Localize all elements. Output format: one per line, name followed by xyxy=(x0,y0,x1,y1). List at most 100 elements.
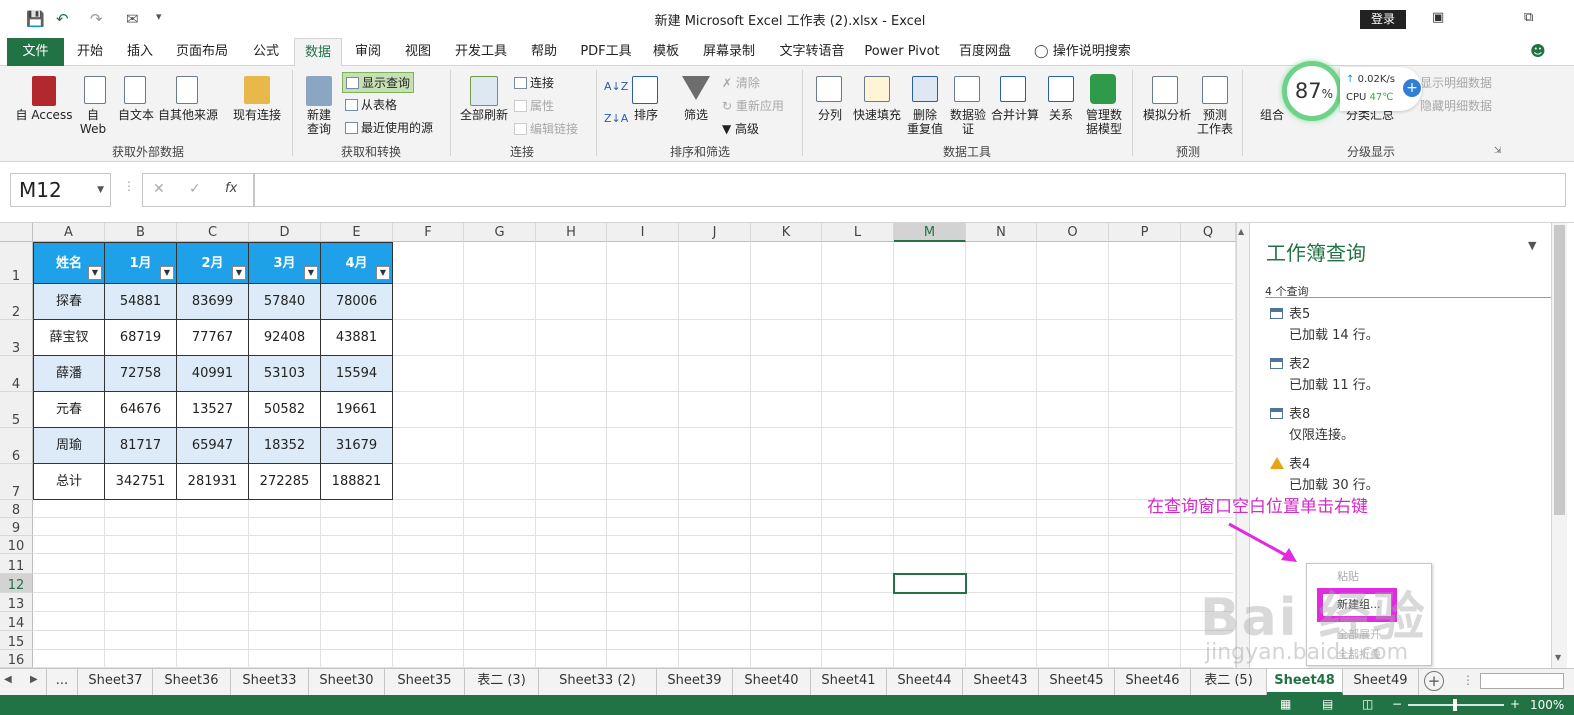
login-button[interactable]: 登录 xyxy=(1360,10,1406,29)
tab-templates[interactable]: 模板 xyxy=(646,38,686,66)
insert-function-icon[interactable]: fx xyxy=(225,181,237,196)
sort-button[interactable]: 排序 xyxy=(628,108,664,122)
advanced-filter-button[interactable]: ▼ 高级 xyxy=(722,120,759,137)
query-item[interactable]: 表8 xyxy=(1270,403,1310,422)
table-cell[interactable]: 68719 xyxy=(105,320,177,356)
tab-file[interactable]: 文件 xyxy=(7,38,64,66)
tab-baidu-netdisk[interactable]: 百度网盘 xyxy=(952,38,1018,66)
row-header-13[interactable]: 13 xyxy=(0,593,33,612)
column-header-k[interactable]: K xyxy=(751,223,822,242)
filter-dropdown-icon[interactable]: ▼ xyxy=(304,266,318,280)
table-cell[interactable]: 元春 xyxy=(33,392,105,428)
prev-sheet-icon[interactable]: ◀ xyxy=(4,674,12,685)
table-cell[interactable]: 15594 xyxy=(321,356,393,392)
table-header-cell[interactable]: 1月 ▼ xyxy=(105,242,177,284)
zoom-slider-thumb[interactable] xyxy=(1453,699,1457,711)
hide-detail-button[interactable]: 隐藏明细数据 xyxy=(1420,97,1492,114)
sheet-tab[interactable]: Sheet39 xyxy=(657,669,733,695)
table-cell[interactable]: 77767 xyxy=(177,320,249,356)
table-header-cell[interactable]: 4月 ▼ xyxy=(321,242,393,284)
sheet-tab[interactable]: Sheet33 xyxy=(231,669,309,695)
table-cell[interactable]: 54881 xyxy=(105,284,177,320)
column-header-l[interactable]: L xyxy=(822,223,894,242)
column-header-d[interactable]: D xyxy=(249,223,321,242)
tab-pdf-tools[interactable]: PDF工具 xyxy=(574,38,638,66)
select-all-corner[interactable] xyxy=(0,223,33,242)
row-header-16[interactable]: 16 xyxy=(0,650,33,668)
query-item[interactable]: 表2 xyxy=(1270,353,1310,372)
relationships-button[interactable]: 关系 xyxy=(1042,108,1080,122)
row-header-12[interactable]: 12 xyxy=(0,574,33,593)
filter-dropdown-icon[interactable]: ▼ xyxy=(88,266,102,280)
filter-dropdown-icon[interactable]: ▼ xyxy=(232,266,246,280)
tab-insert[interactable]: 插入 xyxy=(120,38,160,66)
remove-duplicates-button[interactable]: 删除 重复值 xyxy=(902,108,948,136)
data-validation-button[interactable]: 数据验 证 xyxy=(946,108,990,136)
row-header-5[interactable]: 5 xyxy=(0,392,33,428)
sort-ascending-icon[interactable]: A↓Z xyxy=(604,80,628,93)
table-cell[interactable]: 92408 xyxy=(249,320,321,356)
normal-view-icon[interactable]: ▦ xyxy=(1280,697,1291,711)
tab-help[interactable]: 帮助 xyxy=(524,38,564,66)
page-break-icon[interactable]: ◫ xyxy=(1362,697,1373,711)
tab-split-grip-icon[interactable]: ⋮ xyxy=(1462,673,1474,687)
edit-links-button[interactable]: 编辑链接 xyxy=(514,120,578,137)
table-cell[interactable]: 78006 xyxy=(321,284,393,320)
performance-widget[interactable]: 87% ↑ 0.02K/s CPU 47℃ + xyxy=(1282,61,1422,125)
table-cell[interactable]: 81717 xyxy=(105,428,177,464)
pane-options-chevron-icon[interactable]: ▼ xyxy=(1528,239,1536,252)
column-header-h[interactable]: H xyxy=(536,223,607,242)
zoom-in-icon[interactable]: + xyxy=(1510,697,1520,711)
tab-text-to-speech[interactable]: 文字转语音 xyxy=(772,38,852,66)
what-if-analysis-button[interactable]: 模拟分析 xyxy=(1138,108,1196,122)
table-cell[interactable]: 40991 xyxy=(177,356,249,392)
table-cell[interactable]: 57840 xyxy=(249,284,321,320)
table-cell[interactable]: 18352 xyxy=(249,428,321,464)
ribbon-display-icon[interactable]: ▣ xyxy=(1432,10,1444,25)
table-header-cell[interactable]: 3月 ▼ xyxy=(249,242,321,284)
next-sheet-icon[interactable]: ▶ xyxy=(30,674,38,685)
table-cell[interactable]: 13527 xyxy=(177,392,249,428)
pane-scroll-thumb[interactable] xyxy=(1554,225,1565,515)
tab-home[interactable]: 开始 xyxy=(70,38,110,66)
print-preview-icon[interactable]: ✉ xyxy=(126,10,139,28)
flash-fill-button[interactable]: 快速填充 xyxy=(850,108,904,122)
from-access-button[interactable]: 自 Access xyxy=(8,108,80,122)
column-header-q[interactable]: Q xyxy=(1181,223,1236,242)
new-sheet-icon[interactable]: + xyxy=(1424,671,1444,691)
table-cell[interactable]: 281931 xyxy=(177,464,249,500)
table-cell[interactable]: 薛宝钗 xyxy=(33,320,105,356)
filter-dropdown-icon[interactable]: ▼ xyxy=(160,266,174,280)
row-header-11[interactable]: 11 xyxy=(0,554,33,574)
sheet-tab[interactable]: Sheet35 xyxy=(385,669,465,695)
table-cell[interactable]: 探春 xyxy=(33,284,105,320)
from-other-sources-button[interactable]: 自其他来源 xyxy=(156,108,220,122)
sheet-tab[interactable]: Sheet41 xyxy=(811,669,887,695)
row-header-3[interactable]: 3 xyxy=(0,320,33,356)
filter-dropdown-icon[interactable]: ▼ xyxy=(376,266,390,280)
cancel-icon[interactable]: ✕ xyxy=(153,181,165,197)
sheet-tab[interactable]: Sheet43 xyxy=(963,669,1039,695)
table-cell[interactable]: 43881 xyxy=(321,320,393,356)
row-header-7[interactable]: 7 xyxy=(0,464,33,500)
chevron-down-icon[interactable]: ▼ xyxy=(97,174,104,206)
column-header-a[interactable]: A xyxy=(33,223,105,242)
scroll-up-icon[interactable]: ▲ xyxy=(1238,227,1244,236)
sheet-tab[interactable]: Sheet37 xyxy=(79,669,153,695)
sheet-tab[interactable]: Sheet40 xyxy=(733,669,811,695)
new-query-button[interactable]: 新建 查询 xyxy=(298,108,340,136)
share-user-icon[interactable]: ☻ xyxy=(1528,38,1548,66)
from-table-button[interactable]: 从表格 xyxy=(345,96,397,113)
column-header-f[interactable]: F xyxy=(393,223,464,242)
row-header-8[interactable]: 8 xyxy=(0,500,33,518)
enter-icon[interactable]: ✓ xyxy=(189,181,201,197)
column-header-e[interactable]: E xyxy=(321,223,393,242)
query-item[interactable]: 表5 xyxy=(1270,303,1310,322)
save-icon[interactable]: 💾 xyxy=(26,10,45,28)
name-box[interactable]: M12 ▼ xyxy=(10,173,111,207)
column-header-m[interactable]: M xyxy=(894,223,966,242)
page-layout-icon[interactable]: ▤ xyxy=(1322,697,1333,711)
clear-filter-button[interactable]: ✗ 清除 xyxy=(722,74,760,91)
selected-cell-m12[interactable] xyxy=(893,573,967,594)
table-cell[interactable]: 总计 xyxy=(33,464,105,500)
